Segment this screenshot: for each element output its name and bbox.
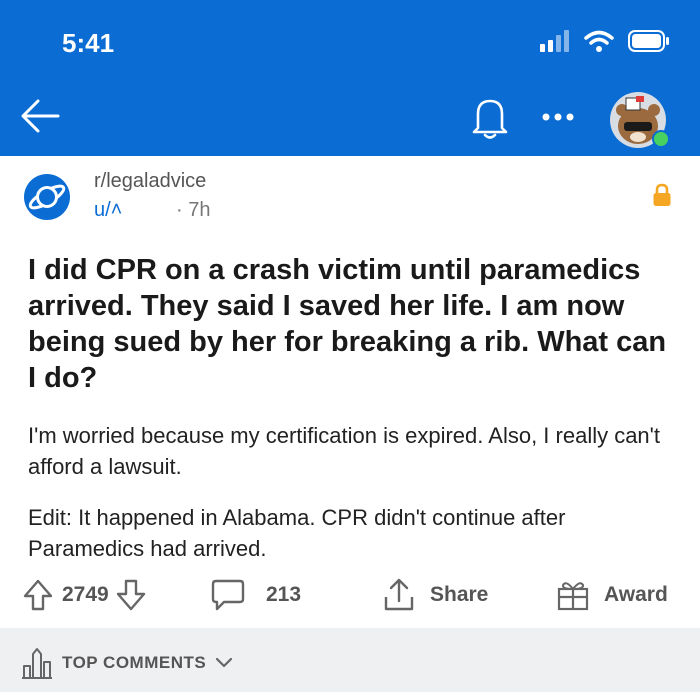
post-action-bar: 2749 213 Share Award	[0, 572, 700, 618]
post-body-paragraph: Edit: It happened in Alabama. CPR didn't…	[28, 505, 566, 561]
online-indicator	[652, 130, 670, 148]
vote-count: 2749	[62, 583, 109, 606]
post-body-paragraph: I'm worried because my certification is …	[28, 423, 660, 479]
vote-control: 2749	[22, 572, 147, 618]
wifi-icon	[584, 30, 614, 52]
battery-icon	[628, 30, 669, 52]
share-label: Share	[430, 583, 489, 606]
comment-sort-toggle[interactable]: TOP COMMENTS	[20, 646, 234, 680]
planet-icon	[28, 184, 66, 210]
post-title[interactable]: I did CPR on a crash victim until parame…	[28, 252, 678, 396]
upvote-icon[interactable]	[22, 578, 54, 612]
comments-button[interactable]: 213	[210, 572, 301, 618]
downvote-icon[interactable]	[115, 578, 147, 612]
comment-count: 213	[266, 583, 302, 606]
award-button[interactable]: Award	[556, 572, 668, 618]
award-gift-icon	[557, 582, 589, 611]
more-options-icon[interactable]	[540, 102, 576, 132]
app-header: 5:41	[0, 0, 700, 156]
sort-icon	[22, 648, 52, 679]
sort-label: TOP COMMENTS	[62, 653, 207, 672]
status-time: 5:41	[62, 28, 115, 58]
subreddit-name[interactable]: r/legaladvice	[94, 170, 206, 193]
signal-icon	[540, 30, 569, 52]
lock-icon	[653, 183, 671, 206]
author-username[interactable]: u/˄	[94, 199, 122, 222]
notification-bell-icon[interactable]	[470, 94, 510, 140]
chevron-down-icon	[216, 657, 233, 668]
subreddit-icon[interactable]	[24, 174, 70, 220]
comment-icon	[211, 579, 245, 611]
back-arrow-icon[interactable]	[18, 96, 62, 136]
post-age: · 7h	[176, 199, 211, 221]
status-icons	[540, 30, 670, 52]
share-button[interactable]: Share	[382, 572, 488, 618]
share-icon	[384, 578, 414, 611]
award-label: Award	[604, 583, 668, 606]
